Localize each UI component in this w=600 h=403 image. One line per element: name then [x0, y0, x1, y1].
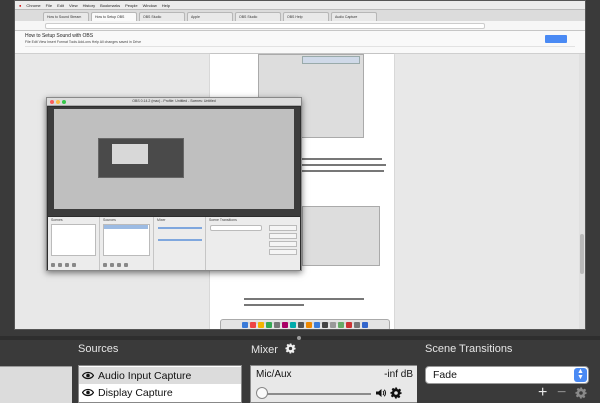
doc-scrollbar	[579, 54, 585, 329]
menubar-item: Edit	[57, 2, 65, 8]
source-item-label: Audio Input Capture	[98, 369, 192, 382]
preview-canvas[interactable]: ● Chrome File Edit View History Bookmark…	[0, 0, 600, 336]
nested-transition-select	[210, 225, 262, 231]
source-item-label: Display Capture	[98, 386, 173, 399]
nested-transitions-label: Scene Transitions	[209, 218, 237, 222]
browser-tab: Apple	[187, 12, 233, 21]
browser-tab: How to Setup OBS	[91, 12, 137, 21]
doc-text-line	[244, 304, 304, 306]
nested-mixer: Mixer	[154, 217, 206, 270]
nested-source-selected	[104, 225, 148, 229]
volume-slider-handle[interactable]	[256, 387, 268, 399]
transition-select[interactable]: Fade ▲ ▼	[425, 366, 589, 384]
browser-tab: OBS Studio	[139, 12, 185, 21]
scene-transitions-title: Scene Transitions	[425, 343, 513, 355]
obs-dock: Sources Audio Input Capture Display Capt…	[0, 340, 600, 403]
mixer-title: Mixer	[251, 344, 278, 356]
menubar-item: View	[69, 2, 78, 8]
nested-sources: Sources	[100, 217, 154, 270]
captured-address-bar	[15, 21, 585, 31]
doc-toolbar	[25, 46, 575, 52]
browser-tab: How to Sound Stream	[43, 12, 89, 21]
browser-tab: OBS Help	[283, 12, 329, 21]
volume-slider-track[interactable]	[259, 393, 371, 395]
nested-window-title: OBS 0.14.2 (mac) - Profile: Untitled - S…	[132, 99, 216, 103]
doc-embedded-dialog	[302, 56, 360, 64]
source-item-audio-input[interactable]: Audio Input Capture	[79, 367, 241, 384]
menubar-item: File	[45, 2, 53, 8]
doc-menu: File Edit View Insert Format Tools Add-o…	[25, 40, 142, 44]
mixer-title-row: Mixer	[251, 343, 296, 356]
doc-text-line	[302, 164, 386, 166]
url-field	[45, 23, 485, 29]
scenes-list[interactable]	[0, 366, 72, 403]
remove-transition-button[interactable]: −	[557, 383, 566, 403]
captured-menubar: ● Chrome File Edit View History Bookmark…	[15, 1, 585, 10]
doc-text-line	[302, 170, 384, 172]
sources-title: Sources	[78, 343, 119, 355]
nested-sources-label: Sources	[103, 218, 116, 222]
menubar-item: Help	[161, 2, 171, 8]
nested-preview	[48, 107, 300, 216]
transition-select-value: Fade	[433, 369, 457, 381]
nested-scenes: Scenes	[48, 217, 100, 270]
nested-obs-window: OBS 0.14.2 (mac) - Profile: Untitled - S…	[46, 97, 302, 271]
add-transition-button[interactable]: +	[538, 383, 547, 403]
mixer-channel-name: Mic/Aux	[256, 369, 292, 380]
mixer-level-readout: -inf dB	[384, 369, 413, 380]
nested-control-buttons	[269, 225, 297, 257]
captured-doc-header: How to Setup Sound with OBS File Edit Vi…	[15, 31, 585, 54]
doc-embedded-screenshot	[302, 206, 380, 266]
browser-tab: OBS Studio	[235, 12, 281, 21]
nested-scene-buttons	[51, 263, 76, 267]
source-item-display-capture[interactable]: Display Capture	[79, 384, 241, 401]
nested-mixer-label: Mixer	[157, 218, 166, 222]
scroll-thumb	[580, 234, 584, 274]
transition-gear-icon[interactable]	[575, 387, 587, 399]
select-arrows-icon: ▲ ▼	[574, 368, 587, 382]
menubar-item: Chrome	[26, 2, 41, 8]
nested-transitions: Scene Transitions	[206, 217, 300, 270]
nested-preview-content	[54, 109, 294, 209]
doc-title: How to Setup Sound with OBS	[25, 33, 94, 39]
channel-gear-icon[interactable]	[390, 387, 402, 399]
apple-icon: ●	[19, 2, 22, 8]
nested-scenes-label: Scenes	[51, 218, 63, 222]
captured-display: ● Chrome File Edit View History Bookmark…	[14, 0, 586, 330]
nested-scenes-list	[51, 224, 96, 256]
visibility-eye-icon[interactable]	[82, 388, 94, 397]
menubar-item: People	[125, 2, 138, 8]
doc-text-line	[302, 158, 382, 160]
visibility-eye-icon[interactable]	[82, 371, 94, 380]
menubar-item: Window	[142, 2, 157, 8]
doc-text-line	[244, 298, 364, 300]
captured-dock	[220, 319, 390, 329]
nested-dock: Scenes Sources Mixer Scene Transitions	[48, 217, 300, 270]
nested-source-buttons	[103, 263, 128, 267]
speaker-icon[interactable]	[375, 387, 387, 399]
sources-list[interactable]: Audio Input Capture Display Capture	[78, 365, 242, 403]
mixer-gear-icon[interactable]	[285, 343, 296, 354]
captured-browser-tabs: How to Sound Stream How to Setup OBS OBS…	[15, 10, 585, 21]
browser-tab: Audio Capture	[331, 12, 377, 21]
share-button	[545, 35, 567, 43]
menubar-item: Bookmarks	[100, 2, 121, 8]
nested-titlebar: OBS 0.14.2 (mac) - Profile: Untitled - S…	[47, 98, 301, 106]
menubar-item: History	[82, 2, 96, 8]
mixer-channel: Mic/Aux -inf dB	[250, 365, 417, 403]
